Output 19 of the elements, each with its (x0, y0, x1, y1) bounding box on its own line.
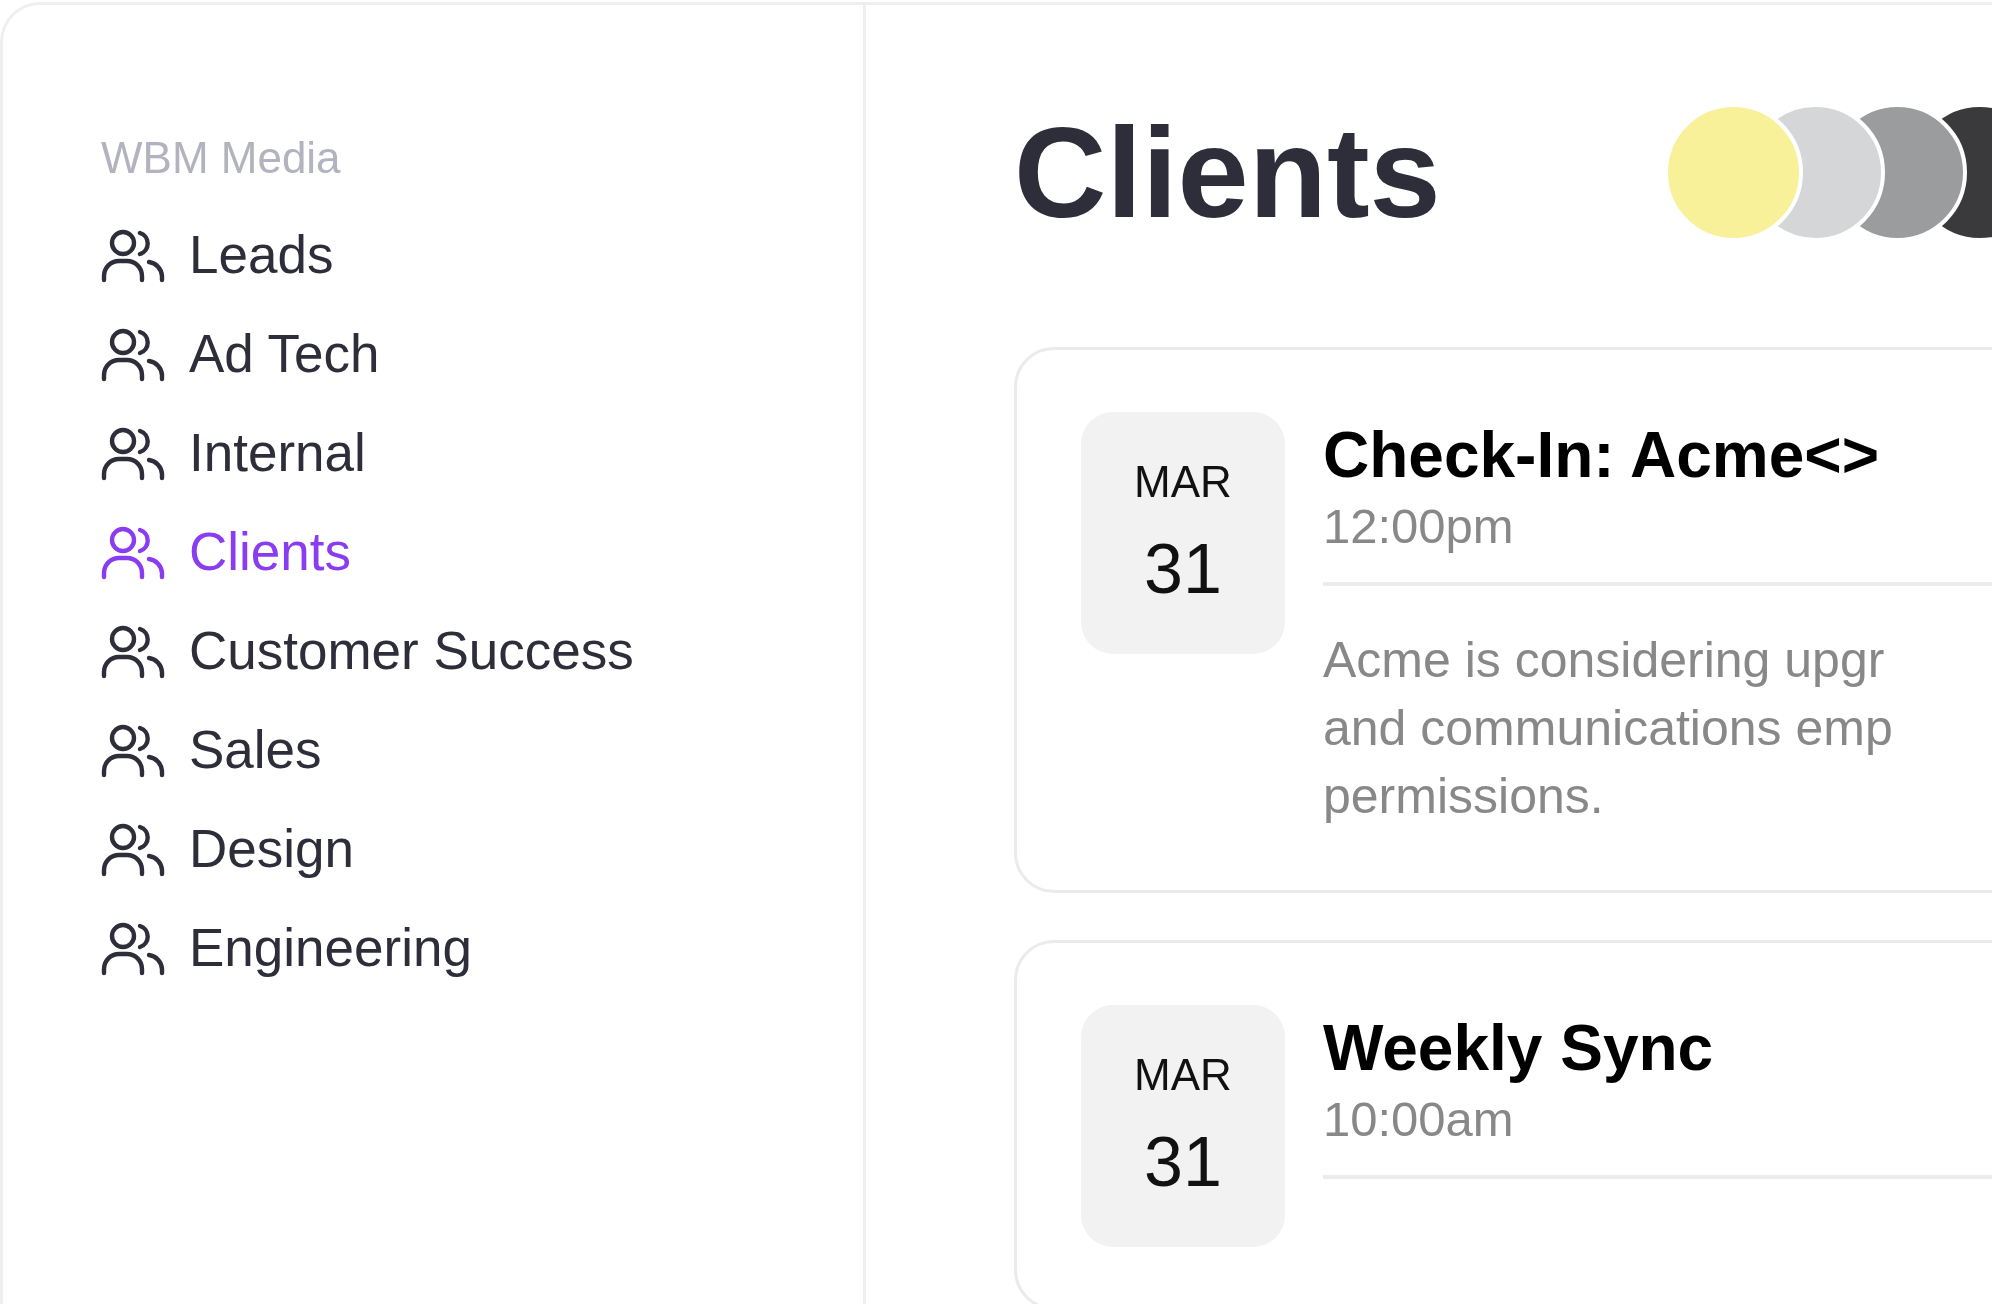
sidebar-item[interactable]: Design (101, 799, 354, 898)
event-title: Weekly Sync (1323, 1011, 1715, 1085)
sidebar-item[interactable]: Leads (101, 205, 334, 304)
sidebar-item[interactable]: Customer Success (101, 601, 634, 700)
event-description: Acme is considering upgr and communications emp permissions. (1323, 631, 1894, 826)
event-time: 12:00pm (1323, 498, 1515, 554)
event-title: Check-In: Acme<> (1323, 418, 1881, 492)
sidebar-item[interactable]: Internal (101, 403, 366, 502)
sidebar-item[interactable]: Sales (101, 700, 322, 799)
event-month: MAR (1134, 1050, 1232, 1100)
sidebar-item[interactable]: Clients (101, 502, 351, 601)
event-day: 31 (1144, 529, 1222, 609)
event-month: MAR (1134, 457, 1232, 507)
event-day: 31 (1144, 1122, 1222, 1202)
event-time: 10:00am (1323, 1091, 1515, 1147)
sidebar-item[interactable]: Engineering (101, 898, 472, 997)
page-title: Clients (1014, 99, 1442, 246)
workspace-name: WBM Media (101, 133, 342, 183)
sidebar-item[interactable]: Ad Tech (101, 304, 380, 403)
